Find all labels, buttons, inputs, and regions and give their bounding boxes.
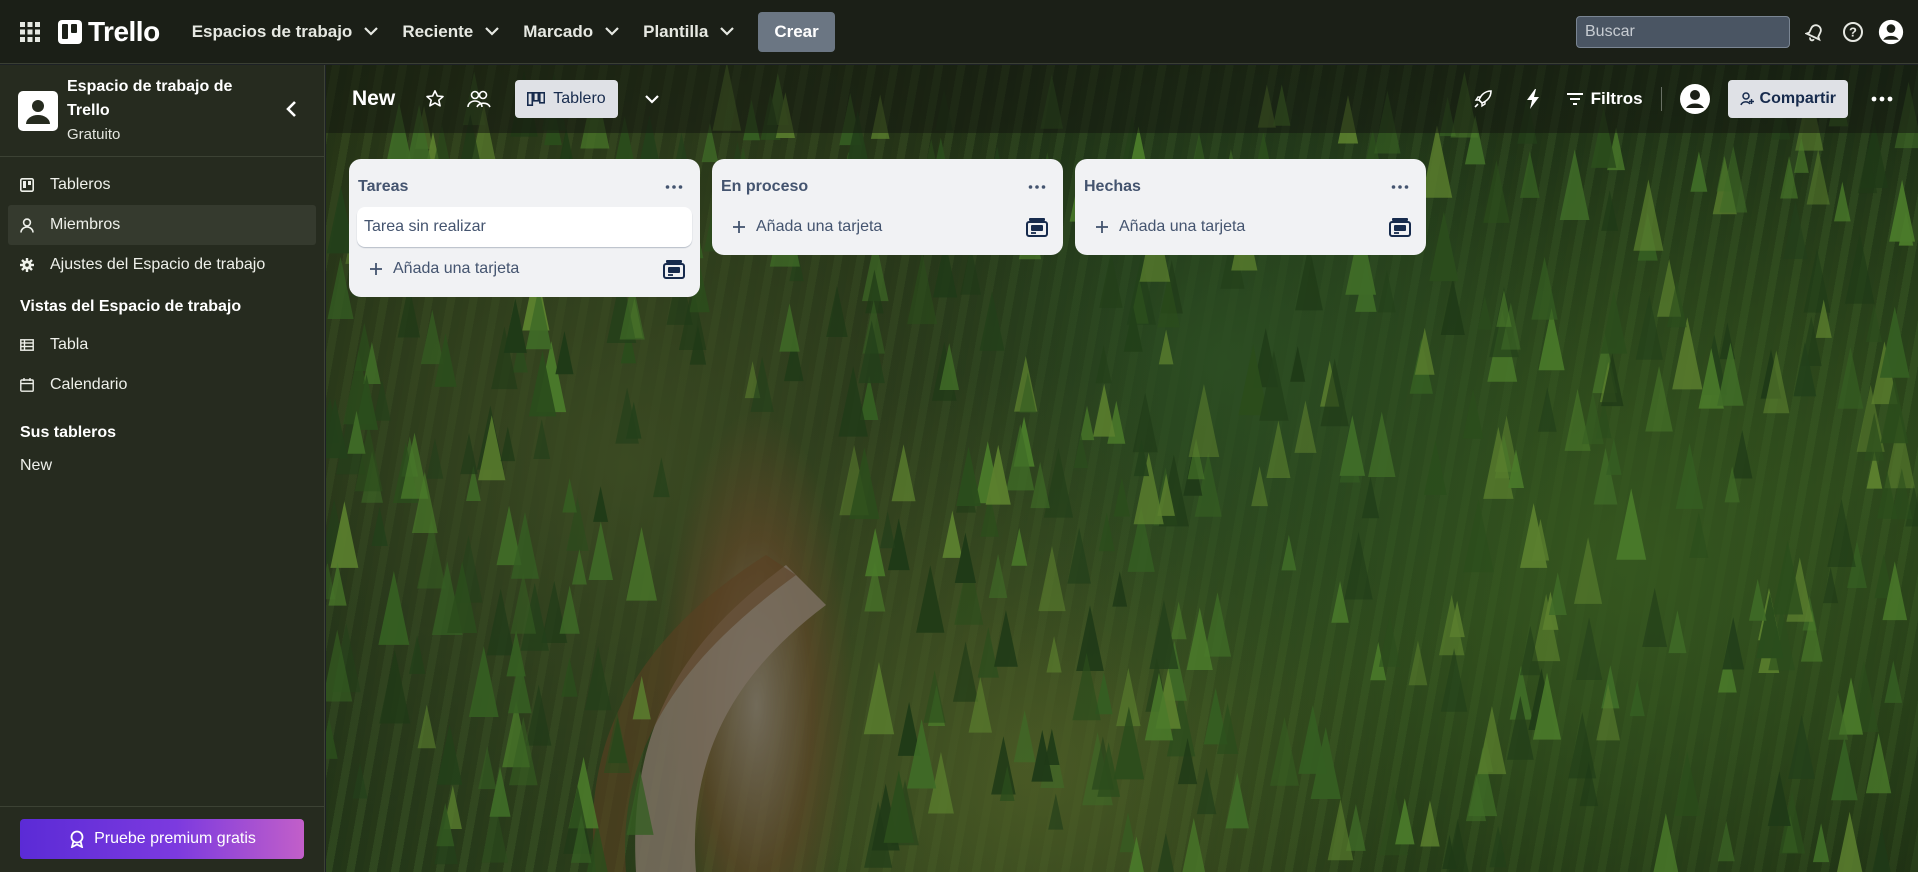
list-actions-more-icon[interactable] — [1023, 173, 1051, 201]
sidebar-item-table[interactable]: Tabla — [0, 325, 324, 365]
sidebar-board-new[interactable]: New — [0, 451, 324, 481]
sidebar-item-label: Tableros — [50, 176, 111, 193]
workspace-header: Espacio de trabajo de Trello Gratuito — [0, 65, 324, 157]
plus-icon — [370, 263, 382, 275]
workspace-views-heading: Vistas del Espacio de trabajo — [20, 298, 242, 315]
avatar-icon — [1680, 85, 1709, 113]
app-switcher-icon[interactable] — [18, 20, 42, 44]
star-icon[interactable] — [419, 83, 451, 115]
workspace-avatar-icon — [18, 90, 58, 131]
menu-label: Marcado — [523, 21, 594, 41]
menu-recent[interactable]: Reciente — [390, 12, 511, 52]
try-premium-button[interactable]: Pruebe premium gratis — [20, 819, 304, 859]
sidebar-item-label: Ajustes del Espacio de trabajo — [50, 256, 266, 273]
list-tareas: Tareas Tarea sin realizar Añada una tarj… — [349, 159, 700, 297]
menu-label: Plantilla — [643, 21, 709, 41]
list-hechas: Hechas Añada una tarjeta — [1075, 159, 1426, 255]
menu-starred[interactable]: Marcado — [511, 12, 631, 52]
automation-lightning-icon[interactable] — [1517, 83, 1549, 115]
chevron-down-icon — [364, 27, 379, 36]
top-navigation: Trello Espacios de trabajo Reciente Marc… — [0, 0, 1918, 64]
calendar-icon — [20, 378, 34, 392]
menu-templates[interactable]: Plantilla — [631, 12, 746, 52]
plus-icon — [1096, 221, 1108, 233]
menu-label: Espacios de trabajo — [191, 21, 353, 41]
workspace-plan: Gratuito — [67, 125, 121, 143]
add-card-label: Añada una tarjeta — [393, 260, 520, 277]
board-title[interactable]: New — [352, 87, 395, 111]
plus-icon — [733, 221, 745, 233]
create-button[interactable]: Crear — [758, 11, 835, 52]
gear-icon — [20, 258, 34, 272]
card[interactable]: Tarea sin realizar — [357, 207, 692, 247]
premium-section: Pruebe premium gratis — [0, 806, 324, 872]
create-from-template-icon[interactable] — [1023, 213, 1051, 241]
share-label: Compartir — [1759, 90, 1836, 107]
chevron-down-icon — [605, 27, 619, 36]
chevron-down-icon — [720, 27, 735, 36]
list-actions-more-icon[interactable] — [1386, 173, 1414, 201]
chevron-down-icon — [485, 27, 499, 36]
sidebar: Espacio de trabajo de Trello Gratuito Ta… — [0, 65, 325, 872]
board-icon — [20, 178, 34, 192]
premium-badge-icon — [70, 830, 84, 848]
add-card-label: Añada una tarjeta — [756, 218, 883, 235]
table-icon — [20, 339, 34, 351]
sidebar-item-members[interactable]: Miembros — [8, 205, 316, 245]
search-input[interactable] — [1576, 15, 1790, 48]
sidebar-item-settings[interactable]: Ajustes del Espacio de trabajo — [0, 245, 324, 285]
board-canvas: New Tablero Filtros Compartir Tareas Tar… — [326, 65, 1918, 872]
add-card-label: Añada una tarjeta — [1119, 218, 1246, 235]
help-icon[interactable]: ? — [1840, 19, 1866, 45]
filter-icon — [1566, 93, 1583, 105]
board-view-label: Tablero — [553, 90, 606, 107]
menu-label: Reciente — [402, 21, 474, 41]
list-title[interactable]: Hechas — [1084, 178, 1141, 196]
notifications-icon[interactable] — [1802, 19, 1828, 45]
create-from-template-icon[interactable] — [660, 255, 688, 283]
list-title[interactable]: En proceso — [721, 178, 808, 196]
board-view-button[interactable]: Tablero — [515, 80, 618, 118]
filters-button[interactable]: Filtros — [1566, 89, 1643, 109]
trello-logo-icon — [58, 19, 82, 44]
filters-label: Filtros — [1590, 89, 1643, 108]
sidebar-item-calendar[interactable]: Calendario — [0, 365, 324, 405]
sidebar-item-boards[interactable]: Tableros — [0, 165, 324, 205]
board-menu-more-icon[interactable] — [1866, 83, 1898, 115]
card-title: Tarea sin realizar — [364, 218, 486, 235]
sidebar-item-label: Calendario — [50, 376, 128, 393]
collapse-sidebar-icon[interactable] — [278, 96, 304, 122]
list-actions-more-icon[interactable] — [660, 173, 688, 201]
member-avatar[interactable] — [1679, 84, 1710, 114]
workspace-visibility-icon[interactable] — [463, 83, 495, 115]
power-ups-rocket-icon[interactable] — [1467, 83, 1499, 115]
sidebar-item-label: Miembros — [50, 216, 121, 233]
your-boards-heading: Sus tableros — [20, 424, 117, 441]
trello-logo[interactable]: Trello — [58, 16, 160, 48]
views-chevron-down-icon[interactable] — [636, 83, 668, 115]
board-view-icon — [527, 92, 546, 106]
person-icon — [20, 217, 34, 233]
add-card-button[interactable]: Añada una tarjeta — [1095, 218, 1245, 236]
list-en-proceso: En proceso Añada una tarjeta — [712, 159, 1063, 255]
add-person-icon — [1739, 92, 1754, 106]
list-title[interactable]: Tareas — [358, 178, 408, 196]
workspace-name: Espacio de trabajo de Trello — [67, 77, 233, 119]
svg-text:?: ? — [1849, 24, 1857, 39]
board-header: New Tablero Filtros Compartir — [326, 65, 1918, 133]
premium-label: Pruebe premium gratis — [94, 830, 256, 847]
sidebar-item-label: Tabla — [50, 336, 89, 353]
account-avatar-icon[interactable] — [1878, 19, 1904, 45]
add-card-button[interactable]: Añada una tarjeta — [369, 260, 519, 278]
menu-workspaces[interactable]: Espacios de trabajo — [180, 12, 391, 52]
add-card-button[interactable]: Añada una tarjeta — [732, 218, 882, 236]
share-button[interactable]: Compartir — [1727, 80, 1848, 118]
logo-text: Trello — [88, 15, 160, 47]
create-from-template-icon[interactable] — [1386, 213, 1414, 241]
